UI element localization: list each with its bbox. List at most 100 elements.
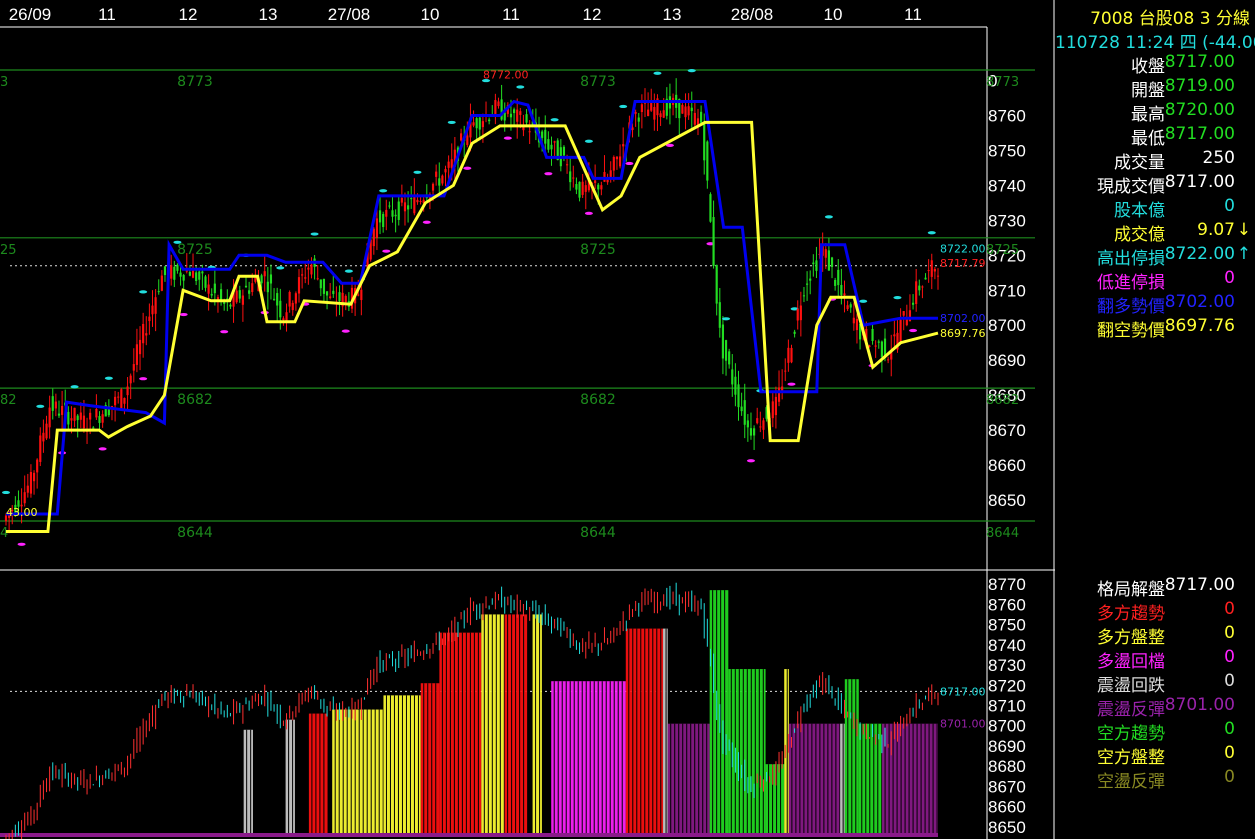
pattern-block <box>285 719 295 835</box>
candle-body <box>796 309 799 321</box>
candle-body <box>213 283 216 294</box>
candle-body <box>170 265 173 279</box>
y-tick-label: 8730 <box>988 211 1026 230</box>
level-edge-label: 4 <box>0 526 8 541</box>
candle-body <box>101 414 104 423</box>
candle-body <box>840 285 843 295</box>
candle-body <box>594 180 597 183</box>
candle-body <box>438 178 441 186</box>
y-tick-label: 8690 <box>988 351 1026 370</box>
stop-low-marker <box>98 447 107 451</box>
candle-body <box>709 194 712 222</box>
quote-panel-row: 低進停損 0 <box>1055 268 1247 293</box>
y-tick-label: 8710 <box>988 696 1026 715</box>
trend-arrow-icon: ↓ <box>1236 220 1251 240</box>
y-tick-label: 8650 <box>988 491 1026 510</box>
candle-body <box>403 202 407 212</box>
candle-body <box>291 302 294 311</box>
datetime: 110728 11:24 四 <box>1055 33 1197 53</box>
candle-body <box>553 141 556 143</box>
candle-body <box>385 209 388 217</box>
candle-body <box>871 328 874 342</box>
candle-body <box>441 175 444 184</box>
candle-body <box>431 183 435 191</box>
candle-body <box>357 294 360 296</box>
y-tick-label: 8740 <box>988 636 1026 655</box>
candle-body <box>447 161 450 168</box>
candle-body <box>54 401 57 409</box>
candle-body <box>244 285 248 288</box>
candle-body <box>210 293 213 296</box>
candle-body <box>793 331 796 334</box>
candle-body <box>805 283 809 285</box>
candle-body <box>307 267 310 270</box>
row-value: 0 <box>1224 599 1235 619</box>
y-tick-label: 8750 <box>988 141 1026 160</box>
level-label: 8644 <box>177 525 213 541</box>
candle-body <box>294 293 297 304</box>
candle-body <box>787 347 790 363</box>
candle-body <box>123 397 126 404</box>
row-value: 0 <box>1224 268 1235 288</box>
candle-body <box>23 492 26 504</box>
row-label: 空盪反彈 <box>1097 772 1165 792</box>
candle-body <box>400 197 403 203</box>
quote-panel-row: 高出停損 8722.00 ↑ <box>1055 244 1251 269</box>
candle-body <box>416 199 419 203</box>
candle-body <box>419 200 422 202</box>
candle-body <box>647 109 650 117</box>
row-label: 現成交價 <box>1097 177 1165 197</box>
candle-body <box>322 278 326 294</box>
value-label: 8722.00 <box>940 242 986 255</box>
candle-body <box>195 272 198 281</box>
value-label: 8701.00 <box>940 718 986 731</box>
candle-body <box>578 181 581 198</box>
candle-body <box>36 459 39 473</box>
candle-body <box>784 370 787 372</box>
candle-body <box>378 210 382 223</box>
level-label: 8725 <box>177 242 213 258</box>
value-label: 8717.00 <box>940 685 986 698</box>
candle-body <box>57 413 61 416</box>
candle-body <box>528 131 531 133</box>
stop-high-marker <box>139 290 148 294</box>
candle-body <box>684 106 687 118</box>
stop-high-marker <box>104 376 113 380</box>
row-value: 0 <box>1224 767 1235 787</box>
pattern-baseline <box>0 833 938 837</box>
candle-body <box>204 276 207 288</box>
row-label: 最高 <box>1131 105 1165 125</box>
candle-body <box>936 275 940 277</box>
stop-high-marker <box>276 266 285 270</box>
candle-body <box>681 104 684 114</box>
candle-body <box>777 387 781 402</box>
row-value: 0 <box>1224 196 1235 216</box>
stop-high-marker <box>516 85 525 89</box>
row-value: 8701.00 <box>1164 695 1235 715</box>
candle-body <box>562 146 566 156</box>
candle-body <box>135 344 139 365</box>
y-tick-label: 8760 <box>988 595 1026 614</box>
pattern-block <box>840 723 845 835</box>
pattern-panel-row: 格局解盤 8717.00 <box>1055 575 1247 600</box>
candle-body <box>584 185 587 192</box>
row-value: 8702.00 <box>1164 292 1235 312</box>
candle-body <box>413 195 416 214</box>
candle-body <box>600 185 603 190</box>
candle-body <box>581 181 584 195</box>
candle-body <box>282 318 285 321</box>
left-label: 43.00 <box>6 506 38 519</box>
candle-body <box>182 275 185 281</box>
candle-body <box>519 111 522 115</box>
row-label: 開盤 <box>1131 81 1165 101</box>
candle-body <box>497 101 500 107</box>
candle-body <box>32 472 36 482</box>
pattern-panel-row: 多方趨勢 0 <box>1055 599 1247 624</box>
candle-body <box>79 412 82 420</box>
candle-body <box>207 284 210 294</box>
candle-body <box>930 260 933 277</box>
candle-body <box>877 341 880 343</box>
candle-body <box>737 384 740 408</box>
candle-body <box>95 408 98 418</box>
x-tick-label: 13 <box>663 5 682 24</box>
